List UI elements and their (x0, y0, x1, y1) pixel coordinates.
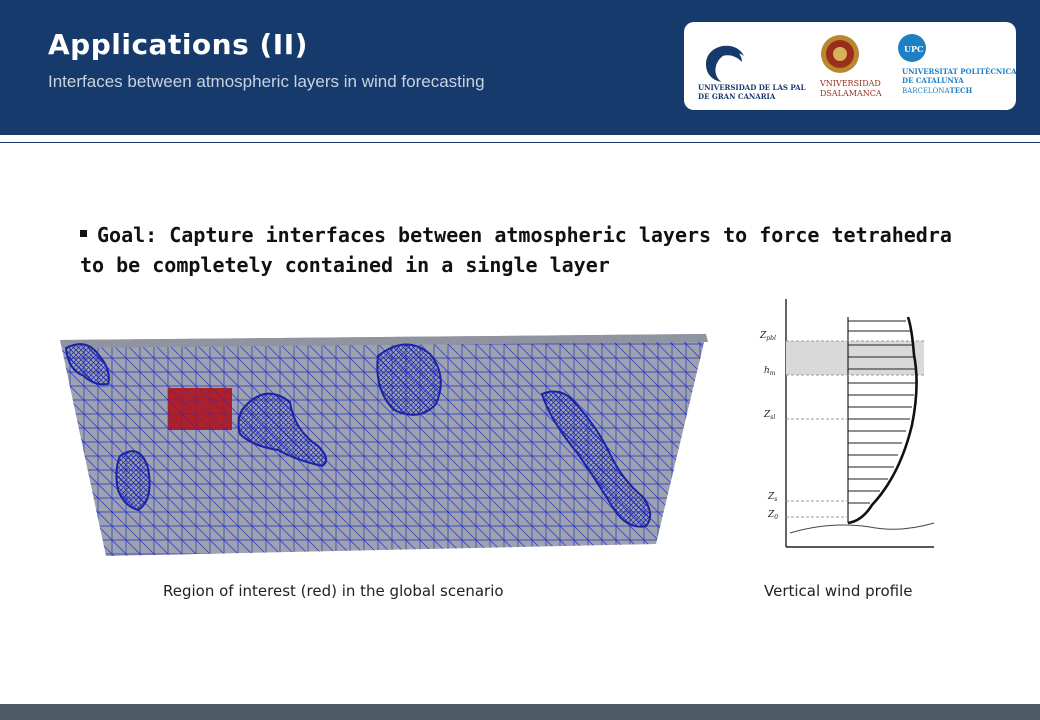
ulpgc-name-line2: DE GRAN CANARIA (698, 92, 776, 101)
ulpgc-name-line1: UNIVERSIDAD DE LAS PALMAS (698, 83, 806, 92)
label-hm: hm (764, 366, 776, 377)
region-grid (168, 388, 232, 430)
label-z0: Z0 (767, 510, 778, 521)
salamanca-logo: VNIVERSIDAD DSALAMANCA (819, 35, 882, 98)
mesh-caption: Region of interest (red) in the global s… (163, 582, 504, 600)
upc-name-line3a: BARCELONATECH (902, 86, 973, 95)
upc-name-line2: DE CATALUNYA (902, 76, 964, 85)
goal-bullet: Goal: Capture interfaces between atmosph… (80, 220, 980, 280)
bullet-marker (80, 230, 87, 237)
header-divider (0, 142, 1040, 143)
salamanca-name-line1: VNIVERSIDAD (819, 79, 881, 88)
terrain-line (789, 522, 935, 534)
label-zs: Zs (767, 492, 777, 503)
profile-labels: Zpbl hm Zsl Zs Z0 (759, 331, 778, 521)
slide-title: Applications (II) (48, 28, 308, 61)
header-bar: Applications (II) Interfaces between atm… (0, 0, 1040, 135)
salamanca-name-line2: DSALAMANCA (820, 89, 882, 98)
goal-text: Goal: Capture interfaces between atmosph… (80, 223, 952, 277)
profile-caption: Vertical wind profile (764, 582, 913, 600)
label-zsl: Zsl (763, 410, 775, 421)
upc-acronym: UPC (904, 44, 923, 54)
hm-band (786, 341, 924, 375)
ulpgc-logo: UNIVERSIDAD DE LAS PALMAS DE GRAN CANARI… (698, 45, 806, 101)
slide-subtitle: Interfaces between atmospheric layers in… (48, 72, 485, 91)
upc-name-line1: UNIVERSITAT POLITÈCNICA (902, 67, 1016, 76)
wind-profile-figure: Zpbl hm Zsl Zs Z0 (759, 299, 935, 548)
logo-panel: UNIVERSIDAD DE LAS PALMAS DE GRAN CANARI… (684, 22, 1016, 110)
footer-bar (0, 704, 1040, 720)
mesh-figure (60, 334, 708, 556)
label-zpbl: Zpbl (759, 331, 776, 342)
upc-logo: UPC UNIVERSITAT POLITÈCNICA DE CATALUNYA… (898, 34, 1016, 95)
